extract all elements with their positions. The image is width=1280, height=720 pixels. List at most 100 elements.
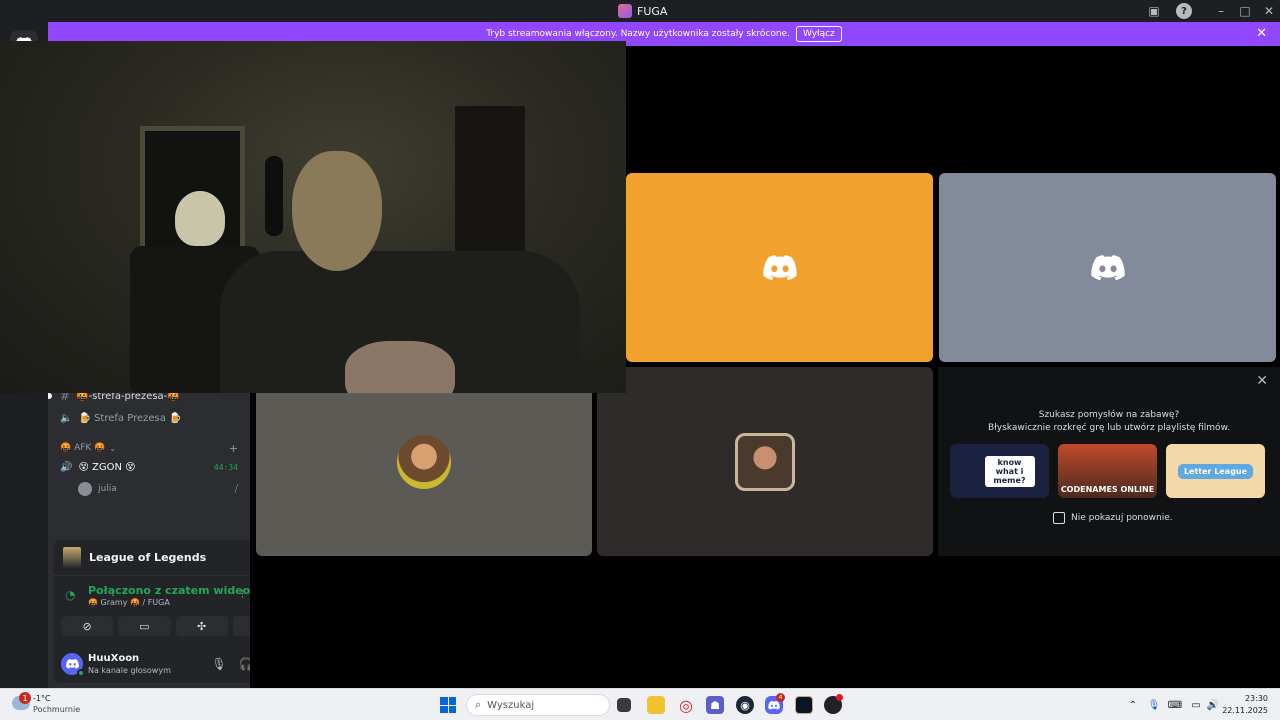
help-icon[interactable]: ? [1176,3,1192,19]
person-head [292,151,382,271]
voice-timer: 44:34 [213,462,238,472]
activity-suggestion: ✕ Szukasz pomysłów na zabawę? Błyskawicz… [938,367,1280,556]
channel-zgon-voice[interactable]: 🔊 😵 ZGON 😵 44:34 [48,457,250,477]
taskbar-search[interactable]: ⌕ Wyszukaj [466,694,610,716]
teddy-bear [175,191,225,246]
username: HuuXoon [88,653,140,664]
activity-card-codenames[interactable]: CODENAMES ONLINE [1058,444,1157,498]
suggestion-text: Szukasz pomysłów na zabawę? Błyskawiczni… [938,409,1280,435]
network-icon[interactable]: ▭ [1189,698,1203,712]
activities-icon: ✣ [197,619,207,633]
participant-avatar [397,434,451,489]
headset [265,156,283,236]
keyboard-icon[interactable]: ⌨ [1168,698,1182,712]
dont-show-label: Nie pokazuj ponownie. [1071,513,1173,523]
date: 22.11.2025 [1222,706,1268,715]
add-channel-icon[interactable]: + [229,442,238,455]
minimize-button[interactable]: – [1210,2,1232,20]
time: 23:30 [1244,694,1268,703]
dont-show-checkbox[interactable] [1053,512,1065,524]
tile-orange[interactable] [626,173,933,362]
activity-card-letter-league[interactable]: Letter League [1166,444,1265,498]
activity-card-label: Letter League [1177,463,1254,479]
task-view-icon[interactable] [617,698,631,712]
opera-icon[interactable]: ◎ [677,696,695,715]
signal-icon: ◔ [65,588,76,602]
online-status-dot [77,669,85,677]
steam-icon[interactable]: ◉ [736,696,754,714]
avatar [78,482,92,496]
windows-logo-tile [448,697,456,705]
category-label: 🤬 AFK 🤬 [60,443,106,453]
noise-suppression-icon[interactable]: ⫶ [241,588,244,602]
notification-dot [836,694,843,701]
channel-label: 🍺 Strefa Prezesa 🍺 [78,412,182,424]
close-icon[interactable]: ✕ [1256,373,1268,389]
weather-badge: 1 [19,692,31,704]
camera-off-button[interactable]: ⊘ [61,616,114,636]
window-title: FUGA [618,3,667,19]
voice-channel-icon: 🔊 [60,461,73,473]
temperature: -1°C [33,694,51,703]
suggestion-subheading: Błyskawicznie rozkręć grę lub utwórz pla… [988,423,1230,433]
discord-icon [1090,254,1125,280]
discord-notification-badge: 4 [776,693,785,702]
league-of-legends-icon [63,546,81,569]
windows-logo-tile [440,697,448,705]
discord-icon [762,254,797,280]
microphone-icon[interactable]: 🎙 [211,656,227,672]
microphone-tray-icon[interactable]: 🎙 [1147,698,1161,712]
windows-logo-tile [448,705,456,713]
file-explorer-icon[interactable] [647,696,665,714]
voice-channel-icon: 🔈 [60,412,73,424]
teams-icon[interactable]: ☗ [706,696,724,714]
user-status: Na kanale głosowym [88,666,171,675]
channel-label: 😵 ZGON 😵 [78,461,136,473]
server-icon [618,4,632,18]
suggestion-heading: Szukasz pomysłów na zabawę? [1038,410,1180,420]
discord-icon [768,700,780,710]
window-title-text: FUGA [637,4,668,18]
participant-avatar [735,432,795,491]
league-client-icon[interactable] [795,696,813,714]
muted-icon: ⧸ [234,483,238,495]
dont-show-again[interactable]: Nie pokazuj ponownie. [1053,512,1173,524]
screen-share-button[interactable]: ▭ [118,616,171,636]
voice-status[interactable]: Połączono z czatem wideo [88,584,250,597]
windows-logo-tile [440,705,448,713]
chevron-down-icon: ⌄ [109,443,117,453]
discord-icon [65,659,79,669]
unread-indicator [48,393,52,399]
activity-card-label: CODENAMES ONLINE [1060,485,1155,494]
game-name: League of Legends [89,551,207,564]
inbox-icon[interactable]: ▣ [1146,3,1162,19]
screen-share-icon: ▭ [139,619,150,633]
search-placeholder: Wyszukaj [487,699,535,711]
activity-card-label: know what i meme? [984,455,1035,487]
title-bar: FUGA ▣ ? – □ ✕ [0,0,1280,22]
member-name: julia [98,484,117,494]
close-window-button[interactable]: ✕ [1258,2,1280,20]
camera-off-icon: ⊘ [82,619,92,633]
activity-card-know-what-i-meme[interactable]: know what i meme? [950,444,1049,498]
person-hands [345,341,455,393]
maximize-button[interactable]: □ [1234,2,1256,20]
search-icon: ⌕ [475,698,482,711]
banner-text: Tryb streamowania włączony. Nazwy użytko… [486,29,790,39]
chevron-up-icon[interactable]: ⌃ [1126,698,1140,712]
voice-member-julia[interactable]: julia ⧸ [48,479,250,499]
start-button[interactable] [440,697,456,713]
clock[interactable]: 23:30 22.11.2025 [1216,693,1268,717]
channel-strefa-prezesa-voice[interactable]: 🔈 🍺 Strefa Prezesa 🍺 [48,408,250,428]
tile-participant-1[interactable] [256,367,592,556]
close-banner-icon[interactable]: ✕ [1256,26,1267,41]
activities-button[interactable]: ✣ [175,616,228,636]
tile-gray[interactable] [939,173,1276,362]
disable-streamer-mode-button[interactable]: Wyłącz [795,26,842,42]
weather-condition: Pochmurnie [33,705,81,714]
voice-location[interactable]: 🤬 Gramy 🤬 / FUGA [88,598,170,607]
windows-taskbar: 1 -1°C Pochmurnie ⌕ Wyszukaj ◎ ☗ ◉ 4 ⌃ 🎙… [0,688,1280,720]
tile-participant-2[interactable] [597,367,933,556]
category-afk[interactable]: 🤬 AFK 🤬 ⌄ + [48,438,250,458]
camera-feed[interactable] [0,41,626,393]
